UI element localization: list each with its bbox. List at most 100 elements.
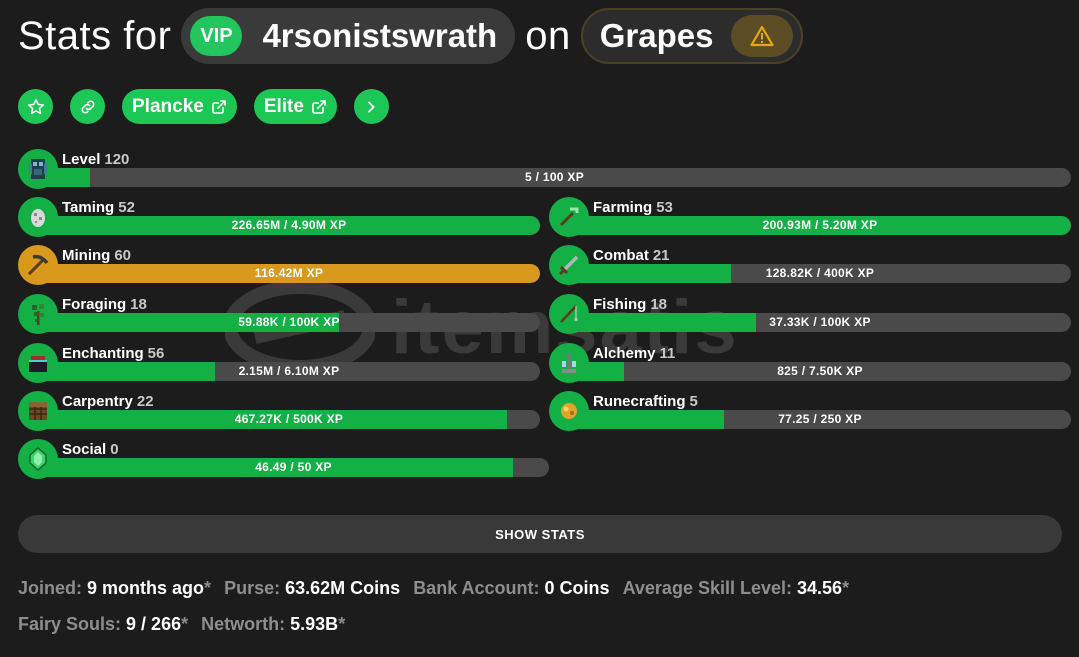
skill-xp-text: 46.49 / 50 XP	[255, 460, 332, 474]
skill-xp-text: 825 / 7.50K XP	[777, 364, 863, 378]
average-skill-label: Average Skill Level:	[622, 578, 792, 598]
skill-label: Enchanting 56	[62, 345, 164, 362]
skill-runecrafting: 77.25 / 250 XP Runecrafting 5	[549, 391, 1071, 435]
skill-level-value: 22	[136, 393, 154, 410]
skill-progress-bar: 200.93M / 5.20M XP	[569, 216, 1071, 235]
skill-social: 46.49 / 50 XP Social 0	[18, 439, 549, 483]
plancke-link-button[interactable]: Plancke	[122, 89, 237, 124]
skill-level-value: 60	[114, 247, 132, 264]
skill-xp-text: 226.65M / 4.90M XP	[231, 218, 347, 232]
average-skill-value: 34.56	[797, 578, 843, 598]
player-pill[interactable]: VIP 4rsonistswrath	[181, 8, 516, 64]
skill-progress-bar: 59.88K / 100K XP	[38, 313, 540, 332]
copy-link-button[interactable]	[70, 89, 105, 124]
skill-farming: 200.93M / 5.20M XP Farming 53	[549, 197, 1071, 241]
skill-level-value: 56	[147, 345, 165, 362]
bank-value: 0 Coins	[544, 578, 610, 598]
skill-label: Carpentry 22	[62, 393, 154, 410]
purse-value: 63.62M Coins	[285, 578, 401, 598]
asterisk: *	[842, 578, 850, 598]
skill-label: Alchemy 11	[593, 345, 675, 362]
skill-label: Taming 52	[62, 199, 135, 216]
skill-fishing: 37.33K / 100K XP Fishing 18	[549, 294, 1071, 338]
skill-progress-bar: 467.27K / 500K XP	[38, 410, 540, 429]
joined-stat: Joined: 9 months ago*	[18, 578, 211, 598]
skill-level-value: 11	[659, 345, 676, 362]
average-skill-stat: Average Skill Level: 34.56*	[623, 578, 850, 598]
asterisk: *	[204, 578, 212, 598]
skill-foraging: 59.88K / 100K XP Foraging 18	[18, 294, 540, 338]
skill-label: Social 0	[62, 441, 119, 458]
skill-progress-bar: 5 / 100 XP	[38, 168, 1071, 187]
skill-name: Social	[62, 441, 107, 458]
skill-alchemy: 825 / 7.50K XP Alchemy 11	[549, 343, 1071, 387]
profile-selector[interactable]: Grapes	[580, 8, 804, 64]
networth-value: 5.93B	[290, 614, 339, 634]
more-button[interactable]	[353, 89, 389, 124]
external-link-icon	[312, 99, 326, 114]
skill-name: Foraging	[62, 296, 127, 313]
show-stats-button[interactable]: SHOW STATS	[18, 515, 1062, 553]
purse-label: Purse:	[224, 578, 281, 598]
purse-stat: Purse: 63.62M Coins	[224, 578, 400, 598]
crafting-table-icon	[18, 391, 58, 431]
elite-link-button[interactable]: Elite	[253, 89, 337, 124]
skill-name: Level	[62, 151, 101, 168]
stats-for-label: Stats for	[18, 13, 172, 58]
skill-name: Taming	[62, 199, 115, 216]
skill-level-value: 18	[650, 296, 668, 313]
skill-name: Runecrafting	[593, 393, 686, 410]
skill-label: Fishing 18	[593, 296, 667, 313]
profile-summary-row-1: Joined: 9 months ago* Purse: 63.62M Coin…	[18, 578, 857, 599]
brewing-stand-icon	[549, 343, 589, 383]
skill-level-value: 5	[689, 393, 698, 410]
skill-level-value: 18	[130, 296, 147, 313]
hoe-icon	[549, 197, 589, 237]
magma-cream-icon	[549, 391, 589, 431]
skill-name: Fishing	[593, 296, 647, 313]
skill-progress-bar: 226.65M / 4.90M XP	[38, 216, 540, 235]
skill-taming: 226.65M / 4.90M XP Taming 52	[18, 197, 540, 241]
fairy-souls-stat: Fairy Souls: 9 / 266*	[18, 614, 188, 634]
skill-progress-bar: 825 / 7.50K XP	[569, 362, 1071, 381]
skill-label: Foraging 18	[62, 296, 147, 313]
skill-xp-text: 116.42M XP	[254, 266, 324, 280]
skill-progress-bar: 2.15M / 6.10M XP	[38, 362, 540, 381]
skill-label: Level 120	[62, 151, 129, 168]
skill-progress-bar: 37.33K / 100K XP	[569, 313, 1071, 332]
action-button-row: Plancke Elite	[18, 89, 389, 124]
skill-carpentry: 467.27K / 500K XP Carpentry 22	[18, 391, 540, 435]
skill-progress-bar: 116.42M XP	[38, 264, 540, 283]
skill-combat: 128.82K / 400K XP Combat 21	[549, 245, 1071, 289]
elite-label: Elite	[263, 95, 304, 117]
profile-name: Grapes	[599, 17, 714, 54]
vip-badge: VIP	[190, 16, 243, 56]
asterisk: *	[338, 614, 346, 634]
plancke-label: Plancke	[132, 95, 204, 117]
favorite-button[interactable]	[18, 89, 53, 124]
skill-level: 5 / 100 XP Level 120	[18, 149, 1071, 193]
on-label: on	[525, 13, 571, 58]
skill-xp-text: 2.15M / 6.10M XP	[238, 364, 340, 378]
skill-name: Alchemy	[593, 345, 656, 362]
skill-level-value: 0	[110, 441, 119, 458]
skill-name: Farming	[593, 199, 653, 216]
skill-progress-bar: 77.25 / 250 XP	[569, 410, 1071, 429]
joined-value: 9 months ago	[87, 578, 205, 598]
bank-label: Bank Account:	[413, 578, 540, 598]
skill-name: Carpentry	[62, 393, 133, 410]
pickaxe-icon	[18, 245, 58, 285]
skill-level-value: 21	[652, 247, 670, 264]
skill-label: Farming 53	[593, 199, 673, 216]
skill-name: Combat	[593, 247, 649, 264]
joined-label: Joined:	[18, 578, 83, 598]
skill-level-value: 52	[118, 199, 135, 216]
skill-xp-text: 128.82K / 400K XP	[765, 266, 875, 280]
skill-xp-text: 467.27K / 500K XP	[234, 412, 344, 426]
skill-label: Combat 21	[593, 247, 670, 264]
warning-button[interactable]	[731, 15, 794, 57]
networth-label: Networth:	[201, 614, 286, 634]
fishing-rod-icon	[549, 294, 589, 334]
link-icon	[81, 100, 94, 113]
skill-enchanting: 2.15M / 6.10M XP Enchanting 56	[18, 343, 540, 387]
